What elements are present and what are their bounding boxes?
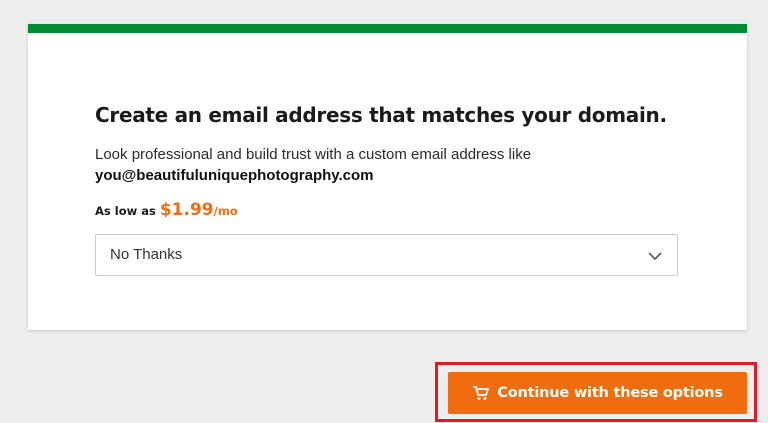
- price-amount: $1.99: [159, 200, 214, 220]
- offer-description-text: Look professional and build trust with a…: [95, 146, 532, 163]
- email-offer-card: Create an email address that matches you…: [28, 24, 747, 330]
- email-plan-select-value: No Thanks: [110, 246, 183, 263]
- cart-icon: [473, 386, 490, 400]
- chevron-down-icon: [648, 252, 662, 261]
- continue-button[interactable]: Continue with these options: [448, 372, 747, 414]
- card-accent-bar: [28, 24, 747, 33]
- email-plan-select[interactable]: No Thanks: [95, 234, 678, 276]
- example-email: you@beautifuluniquephotography.com: [95, 167, 374, 184]
- offer-description: Look professional and build trust with a…: [95, 144, 531, 186]
- price-line: As low as $1.99/mo: [95, 200, 238, 220]
- price-prefix: As low as: [95, 204, 156, 218]
- price-period: /mo: [213, 204, 238, 218]
- offer-headline: Create an email address that matches you…: [95, 103, 667, 127]
- continue-button-label: Continue with these options: [497, 385, 723, 401]
